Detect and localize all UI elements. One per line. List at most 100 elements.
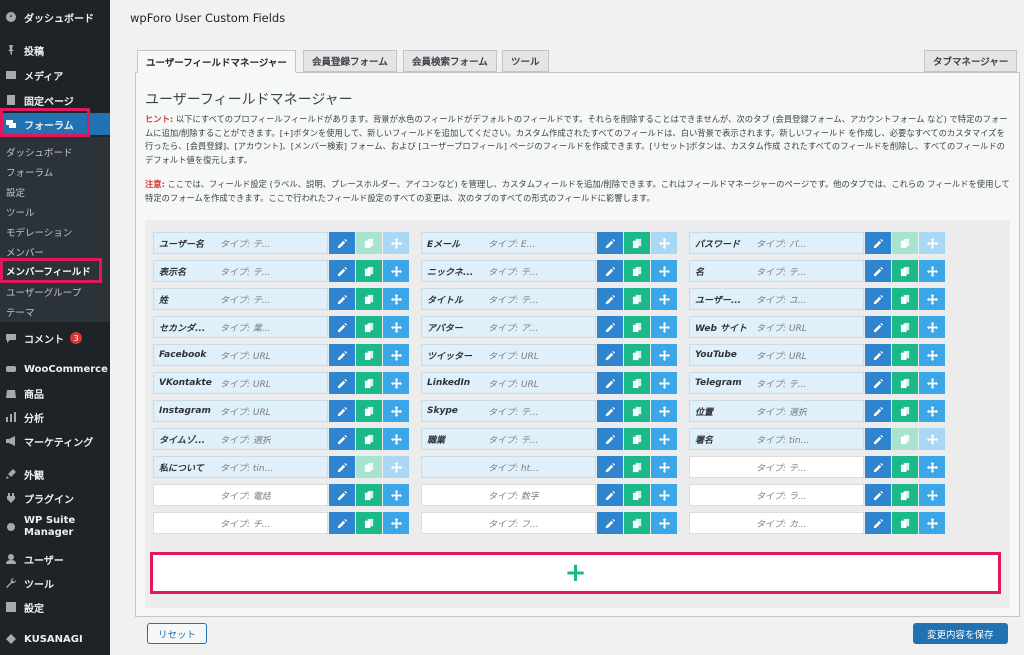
move-field-handle[interactable] <box>651 316 677 338</box>
duplicate-field-button[interactable] <box>356 512 382 534</box>
move-field-handle[interactable] <box>383 400 409 422</box>
edit-field-button[interactable] <box>597 400 623 422</box>
move-field-handle[interactable] <box>383 288 409 310</box>
edit-field-button[interactable] <box>329 372 355 394</box>
submenu-item[interactable]: ツール <box>6 205 35 219</box>
edit-field-button[interactable] <box>329 344 355 366</box>
edit-field-button[interactable] <box>865 288 891 310</box>
sidebar-item-pin[interactable]: 投稿 <box>0 39 110 61</box>
edit-field-button[interactable] <box>597 428 623 450</box>
edit-field-button[interactable] <box>329 288 355 310</box>
edit-field-button[interactable] <box>865 260 891 282</box>
sidebar-item-product[interactable]: 商品 <box>0 382 110 404</box>
duplicate-field-button[interactable] <box>892 484 918 506</box>
duplicate-field-button[interactable] <box>892 372 918 394</box>
submenu-item[interactable]: メンバー <box>6 245 44 259</box>
tab-manager-button[interactable]: タブマネージャー <box>924 50 1018 72</box>
sidebar-item-gear[interactable]: WP Suite Manager <box>0 512 110 542</box>
submenu-item[interactable]: 設定 <box>6 185 25 199</box>
move-field-handle[interactable] <box>651 372 677 394</box>
reset-button[interactable]: リセット <box>147 623 208 644</box>
sidebar-item-megaphone[interactable]: マーケティング <box>0 430 110 452</box>
move-field-handle[interactable] <box>919 260 945 282</box>
edit-field-button[interactable] <box>865 344 891 366</box>
duplicate-field-button[interactable] <box>892 512 918 534</box>
move-field-handle[interactable] <box>919 316 945 338</box>
move-field-handle[interactable] <box>651 232 677 254</box>
submenu-item[interactable]: ダッシュボード <box>6 145 73 159</box>
move-field-handle[interactable] <box>919 484 945 506</box>
duplicate-field-button[interactable] <box>892 428 918 450</box>
duplicate-field-button[interactable] <box>624 400 650 422</box>
sidebar-item-dashboard[interactable]: ダッシュボード <box>0 6 110 28</box>
edit-field-button[interactable] <box>597 232 623 254</box>
submenu-item[interactable]: フォーラム <box>6 165 53 179</box>
sidebar-item-wrench[interactable]: ツール <box>0 572 110 594</box>
edit-field-button[interactable] <box>597 484 623 506</box>
edit-field-button[interactable] <box>865 456 891 478</box>
move-field-handle[interactable] <box>919 372 945 394</box>
move-field-handle[interactable] <box>919 400 945 422</box>
add-field-button[interactable]: + <box>150 552 1001 594</box>
save-changes-button[interactable]: 変更内容を保存 <box>913 623 1008 644</box>
duplicate-field-button[interactable] <box>356 288 382 310</box>
duplicate-field-button[interactable] <box>624 232 650 254</box>
sidebar-item-comment[interactable]: コメント 3 <box>0 327 110 349</box>
submenu-item[interactable]: テーマ <box>6 305 35 319</box>
sidebar-item-woocommerce[interactable]: WooCommerce <box>0 358 110 380</box>
duplicate-field-button[interactable] <box>892 400 918 422</box>
duplicate-field-button[interactable] <box>624 512 650 534</box>
move-field-handle[interactable] <box>383 372 409 394</box>
move-field-handle[interactable] <box>651 400 677 422</box>
sidebar-item-page[interactable]: 固定ページ <box>0 89 110 111</box>
edit-field-button[interactable] <box>597 344 623 366</box>
move-field-handle[interactable] <box>651 484 677 506</box>
edit-field-button[interactable] <box>865 372 891 394</box>
move-field-handle[interactable] <box>919 428 945 450</box>
move-field-handle[interactable] <box>919 232 945 254</box>
duplicate-field-button[interactable] <box>356 372 382 394</box>
duplicate-field-button[interactable] <box>624 344 650 366</box>
duplicate-field-button[interactable] <box>356 232 382 254</box>
sidebar-item-forum[interactable]: フォーラム <box>0 113 110 135</box>
edit-field-button[interactable] <box>597 372 623 394</box>
edit-field-button[interactable] <box>329 484 355 506</box>
move-field-handle[interactable] <box>383 512 409 534</box>
duplicate-field-button[interactable] <box>892 344 918 366</box>
sidebar-item-plugin[interactable]: プラグイン <box>0 487 110 509</box>
edit-field-button[interactable] <box>597 288 623 310</box>
duplicate-field-button[interactable] <box>356 428 382 450</box>
edit-field-button[interactable] <box>329 316 355 338</box>
move-field-handle[interactable] <box>383 232 409 254</box>
move-field-handle[interactable] <box>383 344 409 366</box>
move-field-handle[interactable] <box>383 484 409 506</box>
tab-tools[interactable]: ツール <box>502 50 549 72</box>
duplicate-field-button[interactable] <box>624 316 650 338</box>
duplicate-field-button[interactable] <box>624 372 650 394</box>
edit-field-button[interactable] <box>597 512 623 534</box>
duplicate-field-button[interactable] <box>892 260 918 282</box>
edit-field-button[interactable] <box>597 260 623 282</box>
duplicate-field-button[interactable] <box>624 428 650 450</box>
move-field-handle[interactable] <box>651 512 677 534</box>
duplicate-field-button[interactable] <box>624 484 650 506</box>
duplicate-field-button[interactable] <box>892 316 918 338</box>
move-field-handle[interactable] <box>651 344 677 366</box>
duplicate-field-button[interactable] <box>356 400 382 422</box>
move-field-handle[interactable] <box>919 344 945 366</box>
edit-field-button[interactable] <box>329 428 355 450</box>
move-field-handle[interactable] <box>651 456 677 478</box>
edit-field-button[interactable] <box>865 316 891 338</box>
tab-member-search-form[interactable]: 会員検索フォーム <box>403 50 497 72</box>
duplicate-field-button[interactable] <box>892 288 918 310</box>
move-field-handle[interactable] <box>651 260 677 282</box>
sidebar-item-analytics[interactable]: 分析 <box>0 406 110 428</box>
edit-field-button[interactable] <box>329 512 355 534</box>
edit-field-button[interactable] <box>865 232 891 254</box>
move-field-handle[interactable] <box>919 456 945 478</box>
edit-field-button[interactable] <box>329 456 355 478</box>
duplicate-field-button[interactable] <box>356 344 382 366</box>
duplicate-field-button[interactable] <box>892 456 918 478</box>
tab-registration-form[interactable]: 会員登録フォーム <box>303 50 397 72</box>
duplicate-field-button[interactable] <box>356 316 382 338</box>
